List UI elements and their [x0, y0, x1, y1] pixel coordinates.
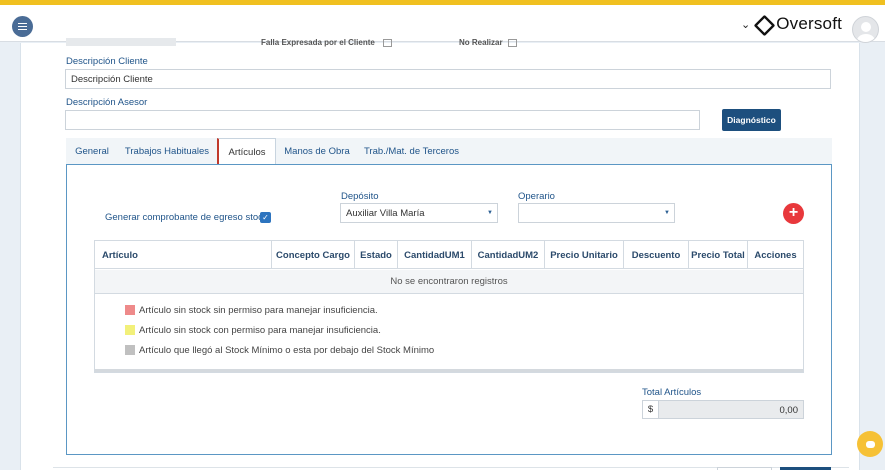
deposito-value: Auxiliar Villa María [346, 208, 425, 219]
articulos-panel: Generar comprobante de egreso stock ✓ De… [66, 164, 832, 455]
legend-swatch [125, 345, 135, 355]
no-realizar-label: No Realizar [459, 38, 503, 47]
legend-swatch [125, 325, 135, 335]
add-articulo-button[interactable]: + [783, 203, 804, 224]
app-header: ⌄ Oversoft [0, 5, 885, 43]
menu-icon[interactable] [12, 16, 33, 37]
legend-item: Artículo sin stock con permiso para mane… [125, 323, 381, 337]
descripcion-asesor-label: Descripción Asesor [66, 97, 148, 108]
brand[interactable]: ⌄ Oversoft [741, 13, 842, 35]
column-header[interactable]: Artículo [95, 241, 272, 269]
column-header[interactable]: CantidadUM2 [472, 241, 545, 269]
grid-header: Artículo Concepto Cargo Estado CantidadU… [95, 241, 803, 269]
tab-general[interactable]: General [66, 138, 118, 165]
tab-terceros[interactable]: Trab./Mat. de Terceros [358, 138, 465, 165]
generar-comprobante-checkbox[interactable]: ✓ [260, 212, 271, 223]
chat-icon[interactable] [857, 431, 883, 457]
total-articulos-label: Total Artículos [642, 387, 702, 398]
legend-item: Artículo que llegó al Stock Mínimo o est… [125, 343, 434, 357]
tab-trabajos-habituales[interactable]: Trabajos Habituales [118, 138, 216, 165]
articulos-grid: Artículo Concepto Cargo Estado CantidadU… [94, 240, 804, 373]
user-avatar-icon[interactable] [852, 16, 879, 43]
legend-swatch [125, 305, 135, 315]
operario-select[interactable]: ▼ [518, 203, 675, 223]
main-content: Falla Expresada por el Cliente No Realiz… [20, 38, 860, 470]
column-header: Acciones [754, 249, 797, 261]
column-header[interactable]: CantidadUM1 [398, 241, 472, 269]
oversoft-logo-icon [752, 16, 768, 32]
descripcion-cliente-field[interactable]: Descripción Cliente [65, 69, 831, 89]
chevron-down-icon: ▼ [487, 210, 493, 216]
descripcion-asesor-field[interactable] [65, 110, 700, 130]
deposito-label: Depósito [341, 191, 379, 202]
chevron-down-icon: ▼ [664, 210, 670, 216]
legend-label: Artículo sin stock con permiso para mane… [139, 324, 381, 336]
falla-expresada-checkbox[interactable] [383, 39, 392, 47]
chevron-down-icon[interactable]: ⌄ [741, 18, 750, 31]
column-header[interactable]: Precio Unitario [545, 241, 624, 269]
diagnostico-button[interactable]: Diagnóstico [722, 109, 781, 131]
partial-field [66, 38, 176, 46]
tab-manos-de-obra[interactable]: Manos de Obra [276, 138, 358, 165]
column-header[interactable]: Concepto Cargo [272, 241, 355, 269]
plus-icon: + [788, 204, 799, 221]
operario-label: Operario [518, 191, 555, 202]
column-header[interactable]: Estado [355, 241, 398, 269]
tab-bar: General Trabajos Habituales Artículos Ma… [66, 138, 832, 166]
empty-message: No se encontraron registros [95, 270, 803, 294]
grid-scrollbar[interactable] [95, 369, 803, 372]
total-articulos-field: 0,00 [659, 400, 804, 419]
tab-articulos[interactable]: Artículos [217, 138, 276, 166]
column-header[interactable]: Precio Total [689, 241, 748, 269]
brand-name: Oversoft [776, 14, 843, 33]
no-realizar-checkbox[interactable] [508, 39, 517, 47]
column-header[interactable]: Descuento [624, 241, 689, 269]
legend-label: Artículo sin stock sin permiso para mane… [139, 304, 378, 316]
legend-item: Artículo sin stock sin permiso para mane… [125, 303, 378, 317]
currency-symbol: $ [642, 400, 659, 419]
generar-comprobante-label: Generar comprobante de egreso stock [105, 212, 268, 223]
legend-label: Artículo que llegó al Stock Mínimo o est… [139, 344, 435, 356]
descripcion-cliente-label: Descripción Cliente [66, 56, 148, 67]
falla-expresada-label: Falla Expresada por el Cliente [261, 38, 375, 47]
deposito-select[interactable]: Auxiliar Villa María ▼ [340, 203, 498, 223]
